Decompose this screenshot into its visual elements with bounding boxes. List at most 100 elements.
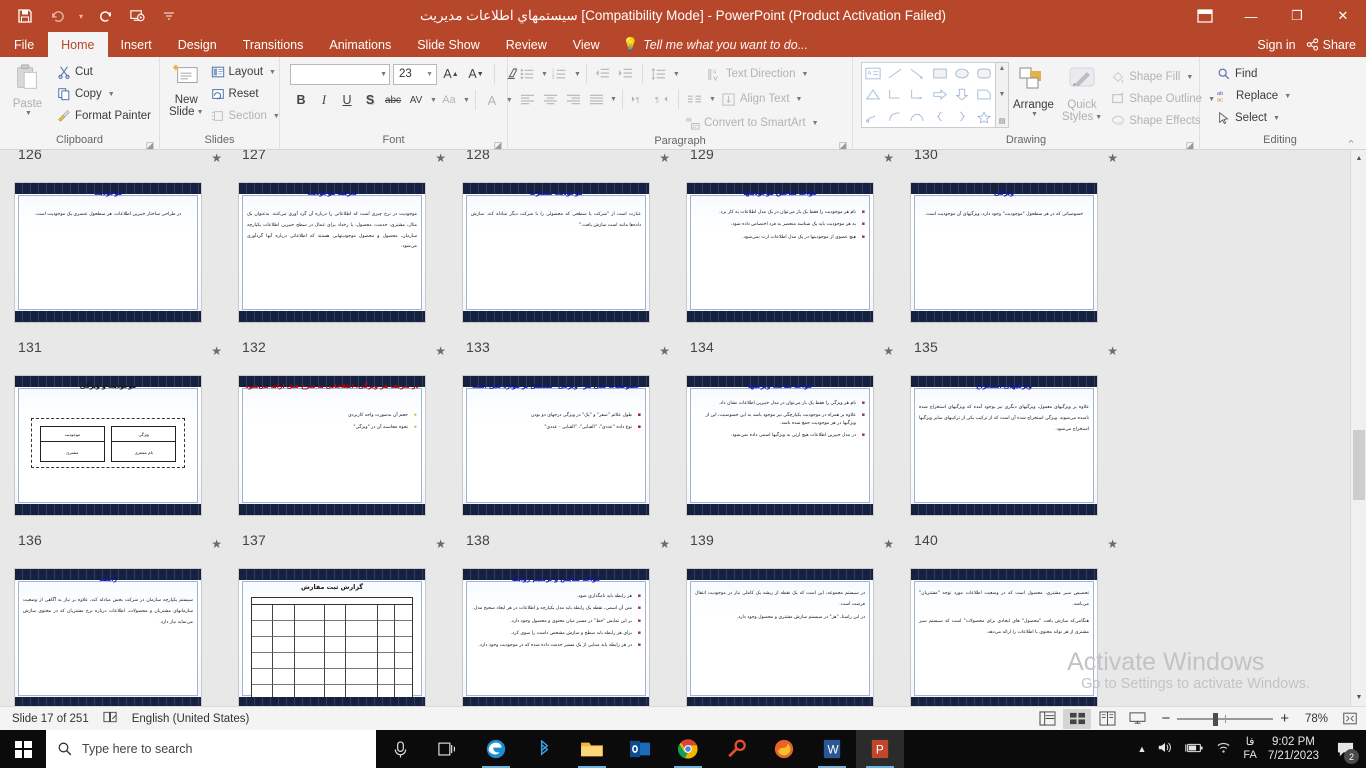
taskbar-search[interactable]: Type here to search <box>46 730 376 768</box>
character-spacing-dropdown-icon[interactable]: ▼ <box>430 97 437 104</box>
convert-to-smartart-button[interactable]: Convert to SmartArt ▼ <box>682 112 822 134</box>
numbering-dropdown-icon[interactable]: ▼ <box>574 71 581 78</box>
slide-preview[interactable]: تخصیص سیر مشتری، محصول است که در وضعیت ا… <box>910 568 1098 706</box>
replace-dropdown-icon[interactable]: ▼ <box>1284 93 1291 100</box>
numbering-button[interactable]: 123 <box>549 63 571 85</box>
decrease-indent-button[interactable] <box>592 63 614 85</box>
quick-styles-dropdown-icon[interactable]: ▼ <box>1095 114 1102 121</box>
font-dialog-launcher[interactable]: ◪ <box>493 138 503 148</box>
tab-insert[interactable]: Insert <box>108 32 165 57</box>
sign-in-button[interactable]: Sign in <box>1257 38 1295 52</box>
section-dropdown-icon[interactable]: ▼ <box>273 113 280 120</box>
slide-thumbnail-129[interactable]: 129 ★ قواعد ساختن موجودیتها نام هر موجود… <box>680 150 904 343</box>
chrome-icon[interactable] <box>664 730 712 768</box>
slide-thumbnail-130[interactable]: 130 ★ ویژگی خصوصیاتی که در هر سطحول "موج… <box>904 150 1128 343</box>
tell-me-search[interactable]: 💡 Tell me what you want to do... <box>613 32 808 57</box>
slide-preview[interactable]: قواعد ساخت ویژگیها نام هر ویژگی را فقط ی… <box>686 375 874 516</box>
tab-animations[interactable]: Animations <box>316 32 404 57</box>
animation-star-icon[interactable]: ★ <box>1107 537 1118 551</box>
zoom-out-button[interactable]: − <box>1161 710 1170 727</box>
slide-sorter-scrollbar[interactable]: ▲ ▼ <box>1350 150 1366 706</box>
battery-icon[interactable] <box>1184 741 1204 758</box>
bluetooth-icon[interactable] <box>520 730 568 768</box>
slide-preview[interactable]: گزارش ثبت مفارش <box>238 568 426 706</box>
word-icon[interactable]: W <box>808 730 856 768</box>
slide-thumbnail-140[interactable]: 140 ★ تخصیص سیر مشتری، محصول است که در و… <box>904 536 1128 706</box>
paste-dropdown-icon[interactable]: ▼ <box>25 110 32 117</box>
justify-dropdown-icon[interactable]: ▼ <box>610 96 617 103</box>
wifi-icon[interactable] <box>1215 740 1232 758</box>
animation-star-icon[interactable]: ★ <box>659 151 670 165</box>
change-case-dropdown-icon[interactable]: ▼ <box>463 97 470 104</box>
animation-star-icon[interactable]: ★ <box>659 537 670 551</box>
columns-dropdown-icon[interactable]: ▼ <box>709 96 716 103</box>
slide-show-button[interactable] <box>1123 709 1151 729</box>
shapes-more-icon[interactable]: ▤ <box>999 117 1006 125</box>
decrease-font-size-button[interactable]: A▼ <box>465 63 487 85</box>
volume-icon[interactable] <box>1157 740 1173 758</box>
clipboard-dialog-launcher[interactable]: ◪ <box>145 138 155 148</box>
font-size-dropdown-icon[interactable]: ▼ <box>426 71 436 78</box>
slide-thumbnail-131[interactable]: 131 ★ موجودیت و ویژگی موجودیت مشتری ویژگ… <box>8 343 232 536</box>
animation-star-icon[interactable]: ★ <box>659 344 670 358</box>
zoom-control[interactable]: − + 78% <box>1153 710 1336 727</box>
slide-preview[interactable]: ویژگیهای استخراج علاوه بر ویژگیهای معمول… <box>910 375 1098 516</box>
font-color-button[interactable]: A <box>481 89 503 111</box>
bullets-dropdown-icon[interactable]: ▼ <box>541 71 548 78</box>
utility-icon[interactable] <box>712 730 760 768</box>
format-painter-button[interactable]: Format Painter <box>54 105 154 127</box>
slide-indicator[interactable]: Slide 17 of 251 <box>12 713 89 725</box>
zoom-in-button[interactable]: + <box>1280 710 1289 727</box>
tab-review[interactable]: Review <box>493 32 560 57</box>
ltr-direction-button[interactable]: ¶ <box>628 88 650 110</box>
bold-button[interactable]: B <box>290 89 312 111</box>
ribbon-display-options-icon[interactable] <box>1182 0 1228 32</box>
close-button[interactable]: ✕ <box>1320 0 1366 32</box>
slide-thumbnail-127[interactable]: 127 ★ تعریف موجودیت موجودیت در نرخ چیزی … <box>232 150 456 343</box>
quick-styles-button[interactable]: Quick Styles ▼ <box>1058 62 1106 125</box>
clock[interactable]: 9:02 PM 7/21/2023 <box>1268 735 1319 763</box>
language-indicator[interactable]: English (United States) <box>132 713 250 725</box>
find-button[interactable]: Find <box>1214 63 1294 85</box>
slide-preview[interactable]: موجودیت مشترک عبارت است از "شرکت یا سطحی… <box>462 182 650 323</box>
restore-button[interactable]: ❐ <box>1274 0 1320 32</box>
scroll-up-icon[interactable]: ▲ <box>1351 150 1366 167</box>
italic-button[interactable]: I <box>313 89 335 111</box>
shapes-scroll-down-icon[interactable]: ▼ <box>999 91 1006 98</box>
text-shadow-button[interactable]: S <box>359 89 381 111</box>
slide-thumbnail-128[interactable]: 128 ★ موجودیت مشترک عبارت است از "شرکت ی… <box>456 150 680 343</box>
slide-thumbnail-133[interactable]: 133 ★ خصوصیات فنی هر "ویژگی" مشتمل بر مو… <box>456 343 680 536</box>
save-icon[interactable] <box>10 3 40 29</box>
replace-button[interactable]: abac Replace ▼ <box>1214 85 1294 107</box>
animation-star-icon[interactable]: ★ <box>883 537 894 551</box>
shape-fill-dropdown-icon[interactable]: ▼ <box>1186 74 1193 81</box>
animation-star-icon[interactable]: ★ <box>435 537 446 551</box>
strikethrough-button[interactable]: abc <box>382 89 404 111</box>
animation-star-icon[interactable]: ★ <box>211 151 222 165</box>
section-button[interactable]: Section ▼ <box>208 105 283 127</box>
slide-thumbnail-134[interactable]: 134 ★ قواعد ساخت ویژگیها نام هر ویژگی را… <box>680 343 904 536</box>
arrange-dropdown-icon[interactable]: ▼ <box>1031 111 1038 118</box>
align-center-button[interactable] <box>539 88 561 110</box>
slide-preview[interactable]: رابطه سیستم یکپارچه سازمان در شرکت بخش م… <box>14 568 202 706</box>
zoom-level[interactable]: 78% <box>1296 713 1328 725</box>
undo-icon[interactable] <box>42 3 72 29</box>
shapes-gallery[interactable]: A <box>861 62 996 128</box>
slide-preview[interactable]: موجودیت و ویژگی موجودیت مشتری ویژگی نام … <box>14 375 202 516</box>
edge-icon[interactable] <box>472 730 520 768</box>
font-size-input[interactable]: 23 ▼ <box>393 64 437 85</box>
animation-star-icon[interactable]: ★ <box>435 151 446 165</box>
slide-thumbnail-126[interactable]: 126 ★ موجودیت در طراحی ساختار خبیرین اطل… <box>8 150 232 343</box>
tab-design[interactable]: Design <box>165 32 230 57</box>
zoom-slider[interactable] <box>1177 713 1273 725</box>
firefox-icon[interactable] <box>760 730 808 768</box>
drawing-dialog-launcher[interactable]: ◪ <box>1185 138 1195 148</box>
slide-preview[interactable]: ویژگی خصوصیاتی که در هر سطحول "موجودیت" … <box>910 182 1098 323</box>
redo-icon[interactable] <box>90 3 120 29</box>
slide-preview[interactable]: قواعد نمایش و ترسیم روابط هر رابطه باید … <box>462 568 650 706</box>
smartart-dropdown-icon[interactable]: ▼ <box>812 120 819 127</box>
line-spacing-button[interactable] <box>648 63 670 85</box>
slide-preview[interactable]: تعریف موجودیت موجودیت در نرخ چیزی است که… <box>238 182 426 323</box>
slide-thumbnail-137[interactable]: 137 ★ گزارش ثبت مفارش <box>232 536 456 706</box>
cut-button[interactable]: Cut <box>54 61 154 83</box>
